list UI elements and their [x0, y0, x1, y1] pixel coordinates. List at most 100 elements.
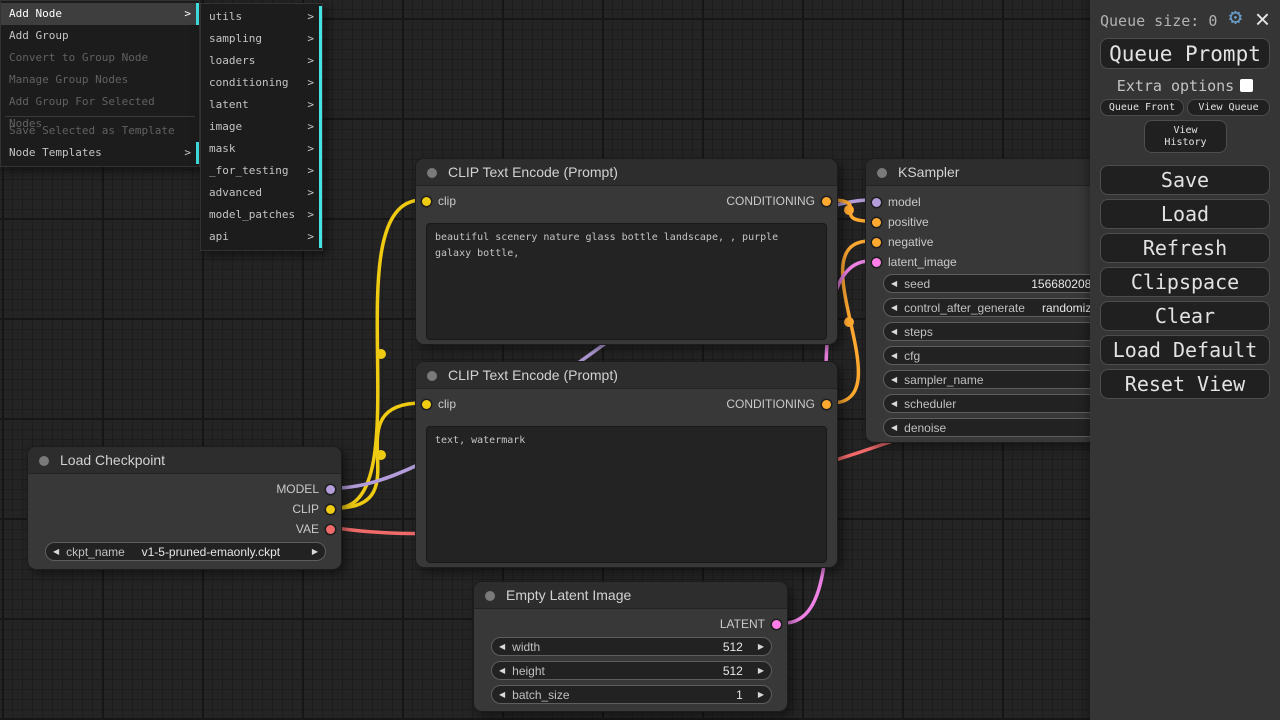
decrement-arrow-icon[interactable]: ◀ [884, 275, 904, 292]
queue-front-button[interactable]: Queue Front [1100, 99, 1184, 116]
output-slot-conditioning[interactable]: CONDITIONING [726, 394, 831, 414]
refresh-button[interactable]: Refresh [1100, 233, 1270, 263]
prompt-textarea[interactable]: text, watermark [426, 426, 827, 563]
node-title-bar[interactable]: KSampler [866, 159, 1122, 186]
widget-denoise[interactable]: ◀ denoise [883, 418, 1123, 437]
widget-seed[interactable]: ◀ seed 1566802087 [883, 274, 1123, 293]
node-title: KSampler [898, 164, 959, 180]
input-slot-clip[interactable]: clip [422, 394, 456, 414]
menu-item-add-node[interactable]: Add Node > [1, 3, 199, 25]
prompt-textarea[interactable]: beautiful scenery nature glass bottle la… [426, 223, 827, 340]
clear-button[interactable]: Clear [1100, 301, 1270, 331]
close-icon[interactable]: × [1255, 6, 1270, 32]
submenu-chevron-icon: > [184, 3, 191, 25]
submenu-item-image[interactable]: image > [201, 116, 322, 138]
view-history-button[interactable]: View History [1144, 120, 1227, 153]
increment-arrow-icon[interactable]: ▶ [751, 662, 771, 679]
node-load-checkpoint[interactable]: Load Checkpoint MODEL CLIP VAE ◀ ckpt_na… [27, 446, 342, 570]
extra-options-label: Extra options [1117, 77, 1234, 95]
view-queue-button[interactable]: View Queue [1187, 99, 1270, 116]
conditioning-port-icon[interactable] [872, 238, 881, 247]
decrement-arrow-icon[interactable]: ◀ [884, 395, 904, 412]
decrement-arrow-icon[interactable]: ◀ [884, 323, 904, 340]
menu-item-add-group[interactable]: Add Group [1, 25, 199, 47]
input-slot-negative[interactable]: negative [872, 232, 933, 252]
load-button[interactable]: Load [1100, 199, 1270, 229]
decrement-arrow-icon[interactable]: ◀ [884, 347, 904, 364]
menu-item-node-templates[interactable]: Node Templates > [1, 142, 199, 164]
collapse-dot[interactable] [485, 591, 495, 601]
decrement-arrow-icon[interactable]: ◀ [492, 686, 512, 703]
collapse-dot[interactable] [427, 371, 437, 381]
clipspace-button[interactable]: Clipspace [1100, 267, 1270, 297]
input-slot-model[interactable]: model [872, 192, 921, 212]
clip-port-icon[interactable] [326, 505, 335, 514]
output-slot-model[interactable]: MODEL [276, 479, 335, 499]
conditioning-port-icon[interactable] [822, 400, 831, 409]
clip-port-icon[interactable] [422, 400, 431, 409]
decrement-arrow-icon[interactable]: ◀ [492, 662, 512, 679]
submenu-item-model-patches[interactable]: model_patches > [201, 204, 322, 226]
increment-arrow-icon[interactable]: ▶ [751, 686, 771, 703]
node-clip-text-encode-positive[interactable]: CLIP Text Encode (Prompt) clip CONDITION… [415, 158, 838, 345]
vae-port-icon[interactable] [326, 525, 335, 534]
reset-view-button[interactable]: Reset View [1100, 369, 1270, 399]
input-slot-latent-image[interactable]: latent_image [872, 252, 957, 272]
node-title-bar[interactable]: CLIP Text Encode (Prompt) [416, 159, 837, 186]
decrement-arrow-icon[interactable]: ◀ [884, 299, 904, 316]
conditioning-port-icon[interactable] [872, 218, 881, 227]
submenu-item-sampling[interactable]: sampling > [201, 28, 322, 50]
output-slot-conditioning[interactable]: CONDITIONING [726, 191, 831, 211]
port-label: LATENT [720, 617, 765, 631]
node-title-bar[interactable]: Empty Latent Image [474, 582, 787, 609]
latent-port-icon[interactable] [872, 258, 881, 267]
next-option-arrow-icon[interactable]: ▶ [305, 543, 325, 560]
node-empty-latent-image[interactable]: Empty Latent Image LATENT ◀ width 512 ▶ … [473, 581, 788, 712]
load-default-button[interactable]: Load Default [1100, 335, 1270, 365]
submenu-item-latent[interactable]: latent > [201, 94, 322, 116]
node-clip-text-encode-negative[interactable]: CLIP Text Encode (Prompt) clip CONDITION… [415, 361, 838, 568]
node-title-bar[interactable]: CLIP Text Encode (Prompt) [416, 362, 837, 389]
input-slot-positive[interactable]: positive [872, 212, 929, 232]
widget-scheduler[interactable]: ◀ scheduler [883, 394, 1123, 413]
conditioning-port-icon[interactable] [822, 197, 831, 206]
settings-gear-icon[interactable]: ⚙ [1229, 7, 1242, 29]
widget-control-after-generate[interactable]: ◀ control_after_generate randomize [883, 298, 1123, 317]
model-port-icon[interactable] [872, 198, 881, 207]
decrement-arrow-icon[interactable]: ◀ [884, 371, 904, 388]
widget-cfg[interactable]: ◀ cfg [883, 346, 1123, 365]
collapse-dot[interactable] [877, 168, 887, 178]
widget-steps[interactable]: ◀ steps [883, 322, 1123, 341]
output-slot-clip[interactable]: CLIP [292, 499, 335, 519]
input-slot-clip[interactable]: clip [422, 191, 456, 211]
node-ksampler[interactable]: KSampler model positive negative latent_… [865, 158, 1123, 443]
submenu-item-mask[interactable]: mask > [201, 138, 322, 160]
decrement-arrow-icon[interactable]: ◀ [884, 419, 904, 436]
save-button[interactable]: Save [1100, 165, 1270, 195]
queue-prompt-button[interactable]: Queue Prompt [1100, 38, 1270, 69]
prev-option-arrow-icon[interactable]: ◀ [46, 543, 66, 560]
widget-batch-size[interactable]: ◀ batch_size 1 ▶ [491, 685, 772, 704]
widget-width[interactable]: ◀ width 512 ▶ [491, 637, 772, 656]
submenu-item-utils[interactable]: utils > [201, 6, 322, 28]
clip-port-icon[interactable] [422, 197, 431, 206]
widget-sampler-name[interactable]: ◀ sampler_name [883, 370, 1123, 389]
collapse-dot[interactable] [39, 456, 49, 466]
submenu-item-loaders[interactable]: loaders > [201, 50, 322, 72]
submenu-item-api[interactable]: api > [201, 226, 322, 248]
submenu-item-for-testing[interactable]: _for_testing > [201, 160, 322, 182]
latent-port-icon[interactable] [772, 620, 781, 629]
widget-ckpt-name[interactable]: ◀ ckpt_name v1-5-pruned-emaonly.ckpt ▶ [45, 542, 326, 561]
decrement-arrow-icon[interactable]: ◀ [492, 638, 512, 655]
submenu-item-advanced[interactable]: advanced > [201, 182, 322, 204]
increment-arrow-icon[interactable]: ▶ [751, 638, 771, 655]
context-menu: Add Node > Add Group Convert to Group No… [0, 0, 200, 167]
collapse-dot[interactable] [427, 168, 437, 178]
node-title-bar[interactable]: Load Checkpoint [28, 447, 341, 474]
output-slot-latent[interactable]: LATENT [720, 614, 781, 634]
model-port-icon[interactable] [326, 485, 335, 494]
extra-options-checkbox[interactable] [1240, 79, 1253, 92]
widget-height[interactable]: ◀ height 512 ▶ [491, 661, 772, 680]
submenu-item-conditioning[interactable]: conditioning > [201, 72, 322, 94]
output-slot-vae[interactable]: VAE [296, 519, 335, 539]
